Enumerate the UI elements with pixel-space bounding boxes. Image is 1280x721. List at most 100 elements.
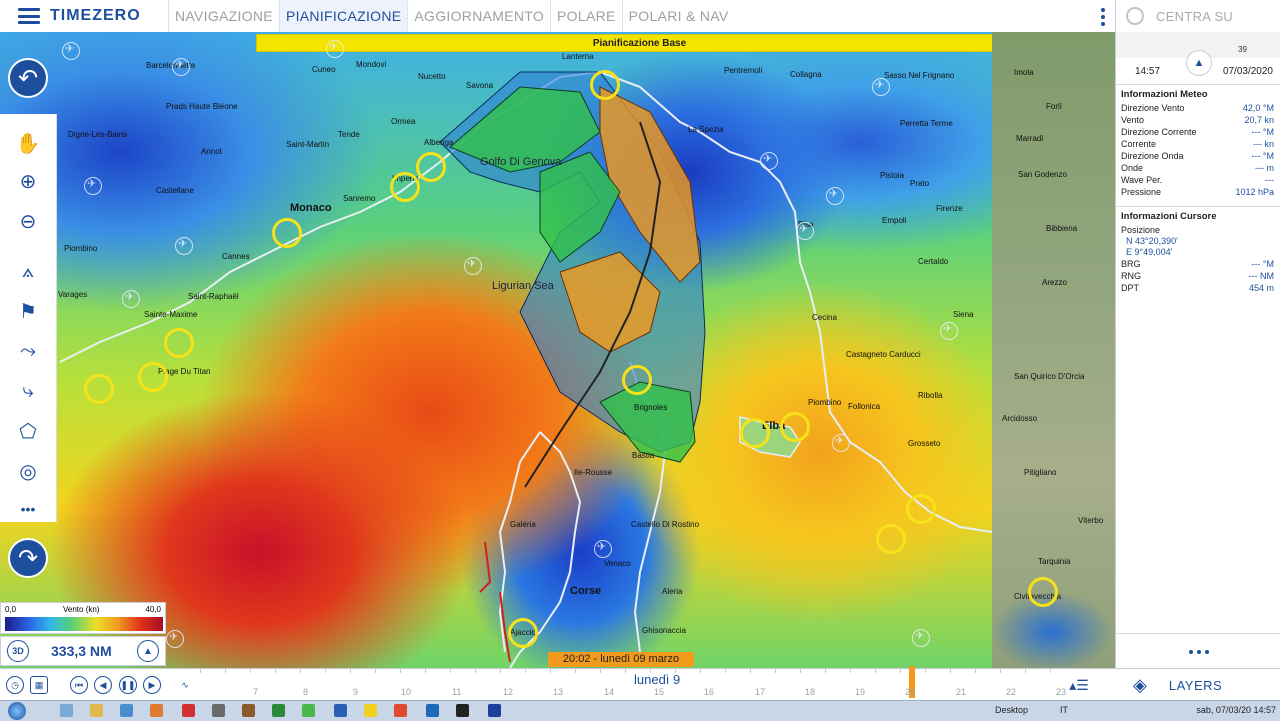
taskbar-app-icon[interactable] <box>302 704 315 717</box>
polygon-icon[interactable]: ⬠ <box>11 414 45 448</box>
taskbar-app-icon[interactable] <box>212 704 225 717</box>
place-label: Collagna <box>790 70 822 79</box>
north-up-icon[interactable]: ▲ <box>137 640 159 662</box>
taskbar-app-icon[interactable] <box>426 704 439 717</box>
hamburger-menu-icon[interactable] <box>18 8 40 24</box>
language-indicator[interactable]: IT <box>1060 705 1068 715</box>
wind-station-marker[interactable] <box>416 152 446 182</box>
layers-button[interactable]: ◈ LAYERS <box>1115 668 1280 701</box>
wind-station-marker[interactable] <box>876 524 906 554</box>
place-label: San Godenzo <box>1018 170 1067 179</box>
taskbar-app-icon[interactable] <box>364 704 377 717</box>
place-label: Empoli <box>882 216 907 225</box>
system-clock[interactable]: sab, 07/03/20 14:57 <box>1196 705 1276 715</box>
start-button-icon[interactable] <box>8 702 26 720</box>
taskbar-app-icon[interactable] <box>120 704 133 717</box>
taskbar-app-icon[interactable] <box>242 704 255 717</box>
more-options-icon[interactable] <box>1101 8 1105 26</box>
place-label: Follonica <box>848 402 881 411</box>
place-label: Prato <box>910 179 930 188</box>
cursor-row: RNG --- NM <box>1116 270 1280 282</box>
timeline-tick: 11 <box>452 687 462 697</box>
wind-station-marker[interactable] <box>272 218 302 248</box>
route-edit-icon[interactable]: ⤷ <box>11 374 45 408</box>
wind-station-marker[interactable] <box>906 494 936 524</box>
place-label: Firenze <box>936 204 963 213</box>
wind-legend: 0,0 Vento (kn) 40,0 <box>0 602 166 634</box>
taskbar-app-icon[interactable] <box>456 704 469 717</box>
monaco-label: Monaco <box>290 202 332 214</box>
cursor-value: --- NM <box>1248 271 1275 281</box>
timeline-tick: 22 <box>1006 687 1017 697</box>
zoom-in-icon[interactable]: ⊕ <box>11 164 45 198</box>
target-icon[interactable]: ◎ <box>11 454 45 488</box>
wind-station-marker[interactable] <box>390 172 420 202</box>
timeline-bar[interactable]: ◷ ▦ ⏮ ◀ ❚❚ ▶ ∿ lunedì 9 7 8 9 10 11 12 1… <box>0 666 1115 701</box>
skip-back-icon[interactable]: ⏮ <box>70 676 88 694</box>
center-on-control[interactable]: CENTRA SU <box>1116 0 1280 32</box>
place-label: Ormea <box>391 117 416 126</box>
tab-pianificazione[interactable]: PIANIFICAZIONE <box>278 0 408 32</box>
forward-arrow-icon[interactable]: ↷ <box>8 538 48 578</box>
step-forward-icon[interactable]: ▶ <box>143 676 161 694</box>
taskbar-app-icon[interactable] <box>488 704 501 717</box>
place-label: Cuneo <box>312 65 336 74</box>
satellite-land-view[interactable]: Imola Forlì Marradi San Godenzo Bibbiena… <box>992 32 1115 668</box>
timeline-tick: 20 <box>905 687 916 697</box>
taskbar-app-icon[interactable] <box>150 704 163 717</box>
position-label: Posizione <box>1121 225 1161 235</box>
place-label: Ile-Rousse <box>574 468 613 477</box>
pause-icon[interactable]: ❚❚ <box>119 676 137 694</box>
position-row: Posizione <box>1116 224 1280 236</box>
taskbar-app-icon[interactable] <box>90 704 103 717</box>
weather-value: --- m <box>1255 163 1274 173</box>
app-logo[interactable]: TIMEZERO <box>0 0 168 32</box>
more-icon[interactable]: ••• <box>11 492 45 526</box>
wind-station-marker[interactable] <box>590 70 620 100</box>
zoom-out-icon[interactable]: ⊖ <box>11 204 45 238</box>
waypoint-icon[interactable]: ⚑ <box>11 294 45 328</box>
timeline-tick: 9 <box>353 687 359 697</box>
taskbar-app-icon[interactable] <box>394 704 407 717</box>
center-on-label: CENTRA SU <box>1156 8 1234 24</box>
taskbar-app-icon[interactable] <box>334 704 347 717</box>
compass-icon[interactable]: ⟑ <box>11 254 45 288</box>
taskbar-app-icon[interactable] <box>272 704 285 717</box>
3d-toggle[interactable]: 3D <box>7 640 29 662</box>
panel-more-icon[interactable] <box>1116 633 1280 669</box>
wind-station-marker[interactable] <box>1028 577 1058 607</box>
graph-icon[interactable]: ∿ <box>176 676 194 694</box>
airport-icon <box>760 152 778 170</box>
wind-station-marker[interactable] <box>508 618 538 648</box>
taskbar-app-icon[interactable] <box>60 704 73 717</box>
tab-polare[interactable]: POLARE <box>550 0 622 32</box>
hand-icon[interactable]: ✋ <box>11 126 45 160</box>
wind-station-marker[interactable] <box>164 328 194 358</box>
legend-max: 40,0 <box>145 605 161 614</box>
wind-station-marker[interactable] <box>622 365 652 395</box>
calendar-icon[interactable]: ▦ <box>30 676 48 694</box>
wind-station-marker[interactable] <box>780 412 810 442</box>
airport-icon <box>62 42 80 60</box>
wind-station-marker[interactable] <box>138 362 168 392</box>
weather-row: Vento 20,7 kn <box>1116 114 1280 126</box>
airport-icon <box>464 257 482 275</box>
chart-map[interactable]: Pianificazione Base Barcelonnette Cuneo … <box>0 32 992 668</box>
step-back-icon[interactable]: ◀ <box>94 676 112 694</box>
tab-polari-nav[interactable]: POLARI & NAV <box>621 0 735 32</box>
weather-value: --- °M <box>1251 127 1274 137</box>
route-icon[interactable]: ⤳ <box>11 334 45 368</box>
desktop-label[interactable]: Desktop <box>995 705 1028 715</box>
heading-up-icon[interactable]: ▲ <box>1186 50 1212 76</box>
back-arrow-icon[interactable]: ↶ <box>8 58 48 98</box>
clock-icon[interactable]: ◷ <box>6 676 24 694</box>
tab-navigazione[interactable]: NAVIGAZIONE <box>168 0 279 32</box>
place-label: Ribolla <box>918 391 943 400</box>
target-icon <box>1126 7 1144 25</box>
tab-aggiornamento[interactable]: AGGIORNAMENTO <box>407 0 550 32</box>
wind-station-marker[interactable] <box>84 374 114 404</box>
mini-map-scale: 39 <box>1238 45 1247 54</box>
timeline-menu-icon[interactable]: ▴☰ <box>1069 676 1089 694</box>
wind-station-marker[interactable] <box>740 418 770 448</box>
taskbar-app-icon[interactable] <box>182 704 195 717</box>
